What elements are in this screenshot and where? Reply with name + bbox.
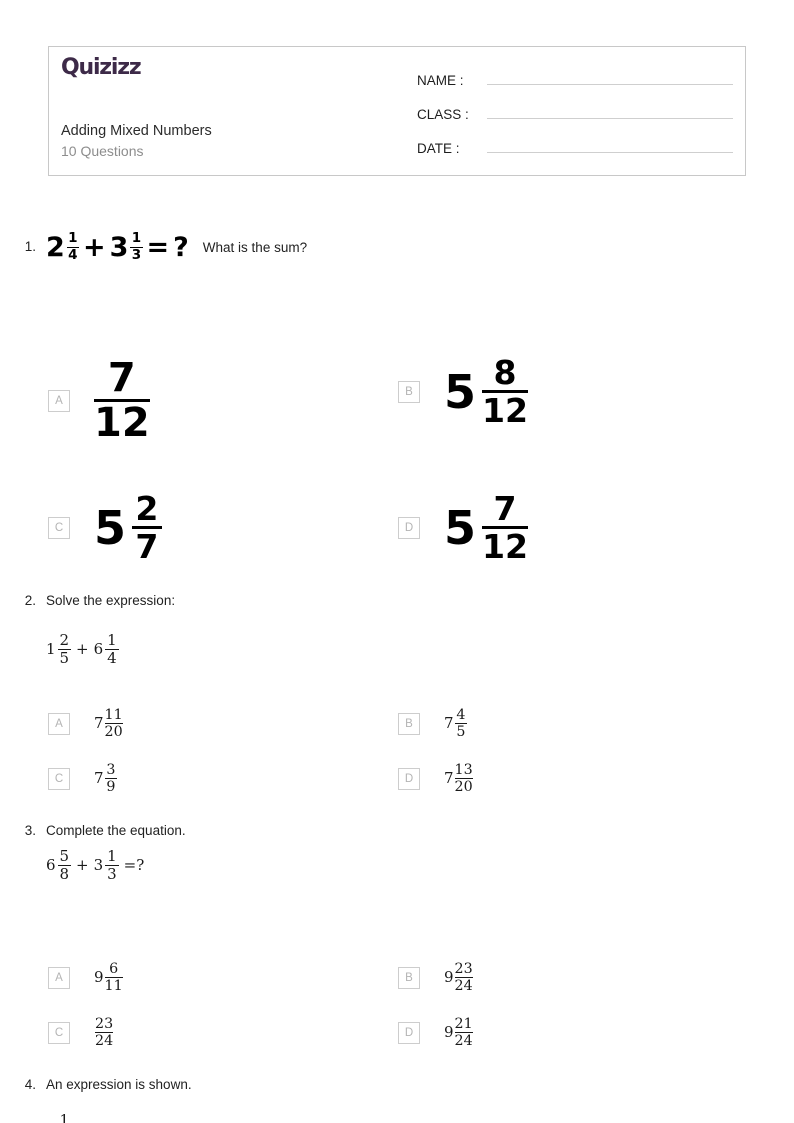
question-count-label: 10 Questions bbox=[61, 142, 144, 159]
question-3-option-d[interactable]: D 9 21 24 bbox=[398, 1017, 473, 1049]
quizizz-logo: Quizizz bbox=[61, 57, 411, 79]
class-input[interactable] bbox=[487, 99, 733, 119]
student-info-fields: NAME : CLASS : DATE : bbox=[417, 65, 733, 167]
question-1-options: A 7 12 B 5 8 12 C 5 2 7 D 5 7 12 bbox=[0, 330, 794, 580]
question-1-option-a-value: 7 12 bbox=[94, 355, 150, 446]
header-left: Quizizz Adding Mixed Numbers 10 Question… bbox=[61, 57, 411, 160]
question-2-prompt: Solve the expression: bbox=[46, 593, 176, 608]
option-letter-b: B bbox=[398, 380, 420, 403]
page-title: Adding Mixed Numbers bbox=[61, 123, 212, 139]
option-letter-c: C bbox=[48, 516, 70, 539]
question-1-number: 1. bbox=[24, 239, 36, 254]
option-letter-a: A bbox=[48, 712, 70, 735]
option-letter-b: B bbox=[398, 712, 420, 735]
question-2-option-b[interactable]: B 7 4 5 bbox=[398, 707, 468, 741]
question-2-head: 2. Solve the expression: 1 2 5 + 6 1 4 bbox=[0, 592, 794, 666]
question-4-head: 4. An expression is shown. 4 1 2 bbox=[0, 1076, 794, 1123]
question-3: 3. Complete the equation. 6 5 8 + 3 1 3 … bbox=[0, 822, 794, 882]
question-1: 1. 2 1 4 + 3 1 3 = ? What is the sum? bbox=[0, 231, 794, 262]
question-2-option-d-value: 7 13 20 bbox=[444, 762, 473, 796]
question-2-option-b-value: 7 4 5 bbox=[444, 707, 468, 741]
question-3-prompt: Complete the equation. bbox=[46, 823, 186, 838]
question-3-options: A 9 6 11 B 9 23 24 C 23 24 D 9 21 24 bbox=[0, 952, 794, 1062]
question-1-option-c[interactable]: C 5 2 7 bbox=[48, 492, 162, 563]
question-1-option-d-value: 5 7 12 bbox=[444, 489, 529, 567]
date-field-row: DATE : bbox=[417, 133, 733, 167]
question-1-option-a[interactable]: A 7 12 bbox=[48, 358, 150, 443]
question-3-option-c[interactable]: C 23 24 bbox=[48, 1016, 114, 1050]
question-4-prompt: An expression is shown. bbox=[46, 1077, 192, 1092]
class-field-row: CLASS : bbox=[417, 99, 733, 133]
option-letter-d: D bbox=[398, 767, 420, 790]
option-letter-b: B bbox=[398, 966, 420, 989]
question-3-option-c-value: 23 24 bbox=[95, 1016, 114, 1050]
question-2-option-c-value: 7 3 9 bbox=[94, 762, 118, 796]
option-letter-d: D bbox=[398, 516, 420, 539]
worksheet-page: Quizizz Adding Mixed Numbers 10 Question… bbox=[0, 0, 794, 1123]
question-3-head: 3. Complete the equation. 6 5 8 + 3 1 3 … bbox=[0, 822, 794, 882]
question-1-prompt: What is the sum? bbox=[202, 239, 308, 255]
class-field-label: CLASS : bbox=[417, 107, 469, 122]
question-2-options: A 7 11 20 B 7 4 5 C 7 3 9 D 7 13 20 bbox=[0, 700, 794, 810]
date-field-label: DATE : bbox=[417, 141, 460, 156]
question-2-number: 2. bbox=[24, 593, 36, 608]
name-field-row: NAME : bbox=[417, 65, 733, 99]
quizizz-logo-text: Quizizz bbox=[61, 55, 142, 80]
date-input[interactable] bbox=[487, 133, 733, 153]
question-4-number: 4. bbox=[24, 1077, 36, 1092]
question-1-expression: 2 1 4 + 3 1 3 = ? bbox=[46, 230, 189, 263]
question-2-option-d[interactable]: D 7 13 20 bbox=[398, 763, 473, 795]
question-2-expression: 1 2 5 + 6 1 4 bbox=[46, 630, 119, 667]
question-1-option-b[interactable]: B 5 8 12 bbox=[398, 353, 529, 431]
option-letter-d: D bbox=[398, 1021, 420, 1044]
question-3-option-b-value: 9 23 24 bbox=[444, 961, 473, 995]
question-3-number: 3. bbox=[24, 823, 36, 838]
option-letter-c: C bbox=[48, 767, 70, 790]
option-letter-c: C bbox=[48, 1021, 70, 1044]
question-4: 4. An expression is shown. 4 1 2 bbox=[0, 1076, 794, 1123]
option-letter-a: A bbox=[48, 966, 70, 989]
question-2: 2. Solve the expression: 1 2 5 + 6 1 4 bbox=[0, 592, 794, 666]
question-1-head: 1. 2 1 4 + 3 1 3 = ? What is the sum? bbox=[0, 231, 794, 262]
question-2-option-a[interactable]: A 7 11 20 bbox=[48, 708, 123, 740]
question-3-option-b[interactable]: B 9 23 24 bbox=[398, 962, 473, 994]
question-2-option-a-value: 7 11 20 bbox=[94, 707, 123, 741]
name-input[interactable] bbox=[487, 65, 733, 85]
option-letter-a: A bbox=[48, 389, 70, 412]
question-3-option-a[interactable]: A 9 6 11 bbox=[48, 962, 123, 994]
question-2-option-c[interactable]: C 7 3 9 bbox=[48, 762, 118, 796]
question-3-expression: 6 5 8 + 3 1 3 =? bbox=[46, 846, 145, 883]
question-1-option-c-value: 5 2 7 bbox=[94, 492, 162, 563]
worksheet-header: Quizizz Adding Mixed Numbers 10 Question… bbox=[48, 46, 746, 176]
question-4-expression: 4 1 2 bbox=[46, 1110, 70, 1123]
name-field-label: NAME : bbox=[417, 73, 464, 88]
question-3-option-a-value: 9 6 11 bbox=[94, 961, 123, 995]
question-1-option-d[interactable]: D 5 7 12 bbox=[398, 489, 529, 567]
question-1-option-b-value: 5 8 12 bbox=[444, 353, 529, 431]
question-3-option-d-value: 9 21 24 bbox=[444, 1016, 473, 1050]
